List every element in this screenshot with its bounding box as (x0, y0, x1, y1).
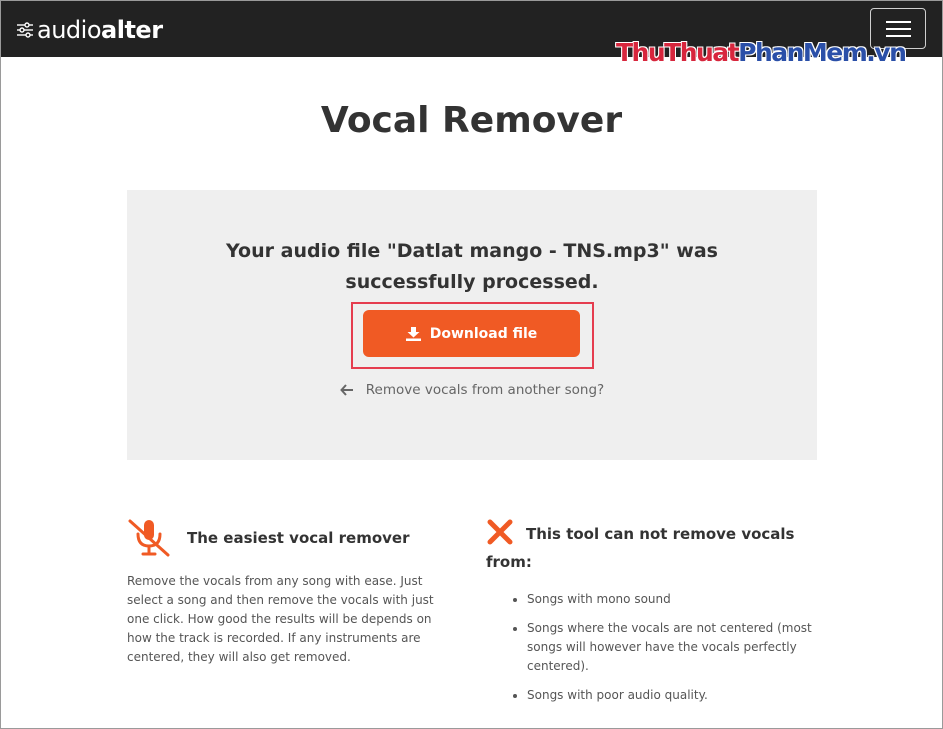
limitations-list: Songs with mono sound Songs where the vo… (527, 590, 826, 705)
download-icon (405, 326, 421, 341)
result-panel: Your audio file "Datlat mango - TNS.mp3"… (127, 190, 817, 460)
success-message: Your audio file "Datlat mango - TNS.mp3"… (226, 240, 718, 293)
brand-logo[interactable]: audio alter (16, 16, 163, 44)
download-file-label: Download file (429, 325, 538, 342)
arrow-left-icon (339, 384, 353, 396)
x-icon (487, 519, 513, 545)
watermark-part-2: PhanMem (738, 38, 868, 67)
feature-easiest: The easiest vocal remover Remove the voc… (127, 518, 437, 667)
feature-limitations-heading: This tool can not remove vocals from: (486, 518, 826, 576)
watermark-part-1: ThuThuat (616, 38, 740, 67)
feature-easiest-title: The easiest vocal remover (187, 529, 410, 547)
download-file-button[interactable]: Download file (363, 310, 580, 357)
list-item: Songs where the vocals are not centered … (527, 619, 826, 676)
page-title: Vocal Remover (320, 100, 623, 141)
brand-name-bold: alter (101, 16, 163, 44)
list-item: Songs with mono sound (527, 590, 826, 609)
watermark-part-3: .vn (866, 38, 907, 67)
feature-limitations-title: This tool can not remove vocals from: (486, 525, 795, 571)
feature-easiest-description: Remove the vocals from any song with eas… (127, 574, 434, 664)
remove-another-song-label: Remove vocals from another song? (365, 382, 605, 398)
hamburger-menu-icon (886, 21, 911, 23)
brand-name-light: audio (37, 16, 102, 44)
watermark-logo: ThuThuatPhanMem.vn (616, 38, 907, 68)
feature-limitations: This tool can not remove vocals from: So… (486, 518, 826, 715)
sliders-icon (17, 22, 33, 38)
remove-another-song-link[interactable]: Remove vocals from another song? (127, 382, 817, 398)
list-item: Songs with poor audio quality. (527, 686, 826, 705)
microphone-slash-icon (128, 519, 170, 557)
